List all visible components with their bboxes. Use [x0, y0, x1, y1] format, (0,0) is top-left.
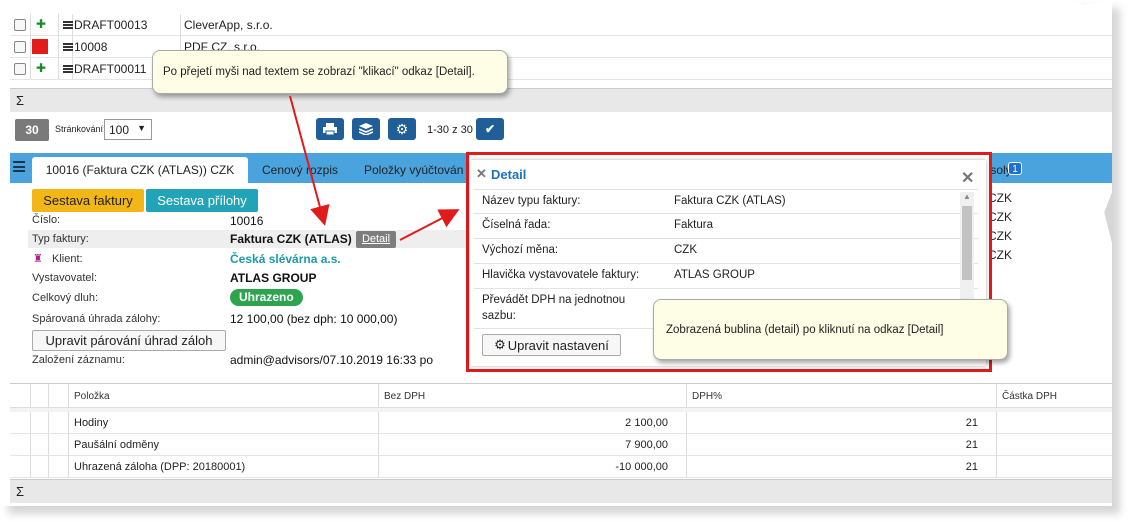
col-header-vat-rate[interactable]: DPH% [692, 391, 722, 402]
table-row[interactable]: Hodiny 2 100,00 21 [10, 412, 1112, 434]
sigma-icon: Σ [16, 484, 25, 499]
items-grid-header: Položka Bez DPH DPH% Částka DPH [10, 383, 1112, 408]
col-header-net[interactable]: Bez DPH [384, 391, 425, 402]
table-row[interactable]: Paušální odměny 7 900,00 21 [10, 434, 1112, 456]
arrow-to-detail-link [289, 95, 330, 226]
table-row[interactable]: Uhrazená záloha (DPP: 20180001) -10 000,0… [10, 456, 1112, 478]
arrow-to-bubble [399, 209, 460, 241]
col-header-item[interactable]: Položka [74, 391, 110, 402]
summary-row: Σ [10, 479, 1112, 503]
screenshot-canvas: ✚ DRAFT00013 CleverApp, s.r.o. 10008 PDF… [0, 0, 1112, 506]
col-header-vat-amount[interactable]: Částka DPH [1002, 391, 1057, 402]
